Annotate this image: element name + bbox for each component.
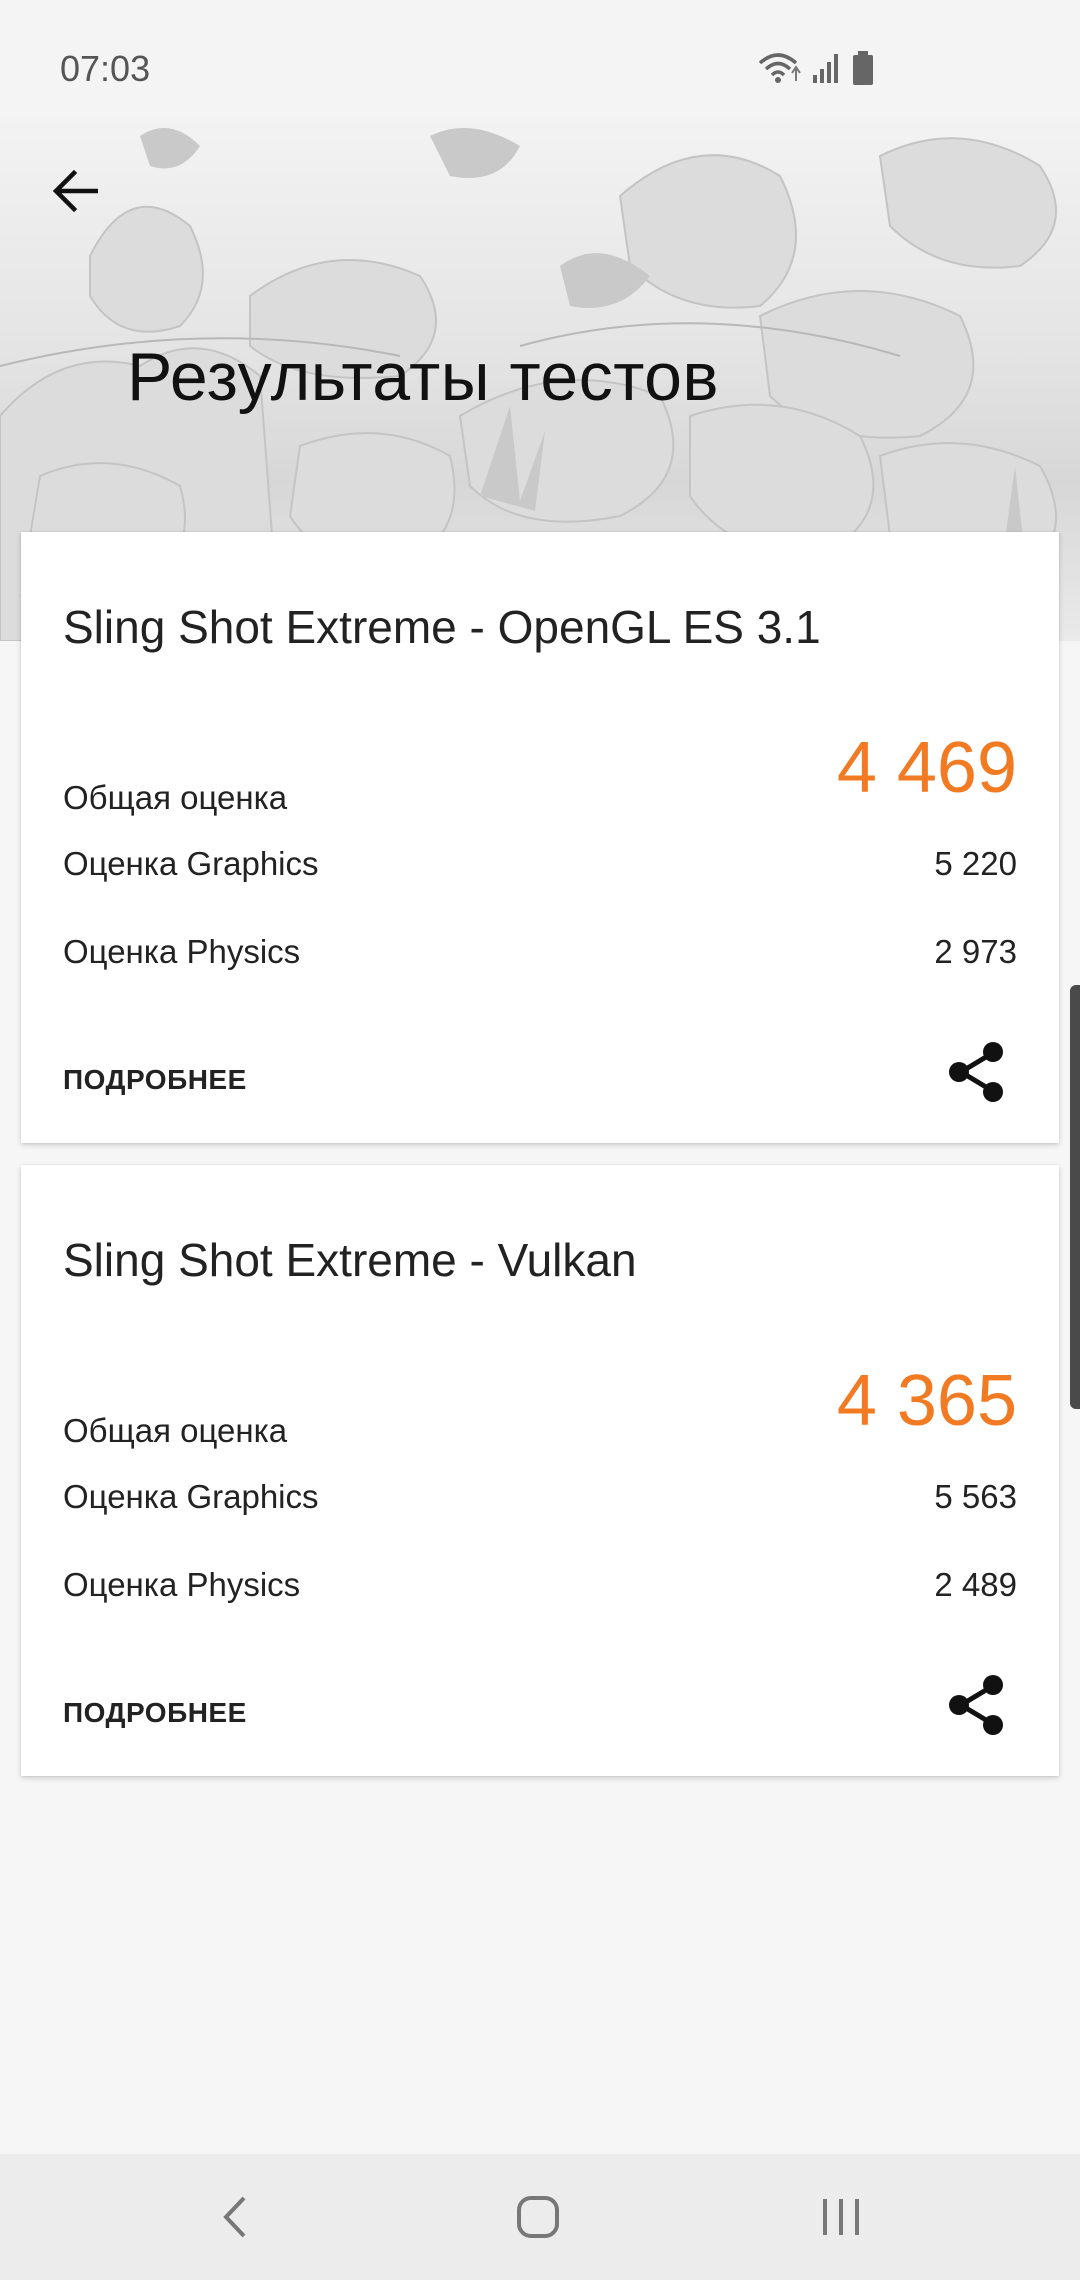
- share-button[interactable]: [947, 1673, 1007, 1737]
- overall-score-value: 4 469: [836, 728, 1017, 808]
- graphics-score-value: 5 220: [934, 845, 1017, 882]
- share-icon: [949, 1675, 1003, 1735]
- nav-back-icon: [223, 2196, 246, 2238]
- nav-back-button[interactable]: [200, 2184, 270, 2250]
- navigation-bar: [0, 2154, 1080, 2280]
- nav-home-button[interactable]: [503, 2184, 573, 2250]
- wifi-icon: [758, 53, 801, 83]
- back-button[interactable]: [42, 158, 108, 224]
- nav-home-icon: [517, 2196, 559, 2238]
- overall-score-label: Общая оценка: [63, 779, 288, 816]
- edge-panel-handle[interactable]: [1070, 985, 1080, 1409]
- physics-score-value: 2 973: [934, 933, 1017, 970]
- graphics-score-row: Оценка Graphics 5 220: [63, 845, 1017, 905]
- status-time: 07:03: [60, 48, 151, 89]
- physics-score-label: Оценка Physics: [63, 1566, 301, 1603]
- overall-score-label: Общая оценка: [63, 1412, 288, 1449]
- details-button[interactable]: ПОДРОБНЕЕ: [63, 1697, 247, 1729]
- overall-score-value: 4 365: [836, 1361, 1017, 1441]
- result-card-opengl: Sling Shot Extreme - OpenGL ES 3.1 Общая…: [21, 532, 1059, 1143]
- card-title: Sling Shot Extreme - OpenGL ES 3.1: [63, 601, 821, 653]
- share-button[interactable]: [947, 1040, 1007, 1104]
- overall-score-row: Общая оценка 4 469: [63, 727, 1017, 816]
- physics-score-value: 2 489: [934, 1566, 1017, 1603]
- graphics-score-row: Оценка Graphics 5 563: [63, 1478, 1017, 1538]
- graphics-score-label: Оценка Graphics: [63, 1478, 319, 1515]
- card-title: Sling Shot Extreme - Vulkan: [63, 1234, 637, 1286]
- battery-icon: [853, 51, 873, 85]
- signal-icon: [813, 54, 838, 83]
- graphics-score-value: 5 563: [934, 1478, 1017, 1515]
- arrow-left-icon: [52, 170, 98, 212]
- physics-score-row: Оценка Physics 2 973: [63, 933, 1017, 993]
- nav-recent-button[interactable]: [806, 2184, 876, 2250]
- status-icons: [758, 50, 874, 86]
- result-card-vulkan: Sling Shot Extreme - Vulkan Общая оценка…: [21, 1165, 1059, 1776]
- nav-recent-icon: [823, 2199, 859, 2235]
- overall-score-row: Общая оценка 4 365: [63, 1360, 1017, 1449]
- share-icon: [949, 1042, 1003, 1102]
- page-title: Результаты тестов: [127, 339, 720, 415]
- graphics-score-label: Оценка Graphics: [63, 845, 319, 882]
- physics-score-row: Оценка Physics 2 489: [63, 1566, 1017, 1626]
- status-bar: 07:03: [0, 0, 1080, 116]
- physics-score-label: Оценка Physics: [63, 933, 301, 970]
- details-button[interactable]: ПОДРОБНЕЕ: [63, 1064, 247, 1096]
